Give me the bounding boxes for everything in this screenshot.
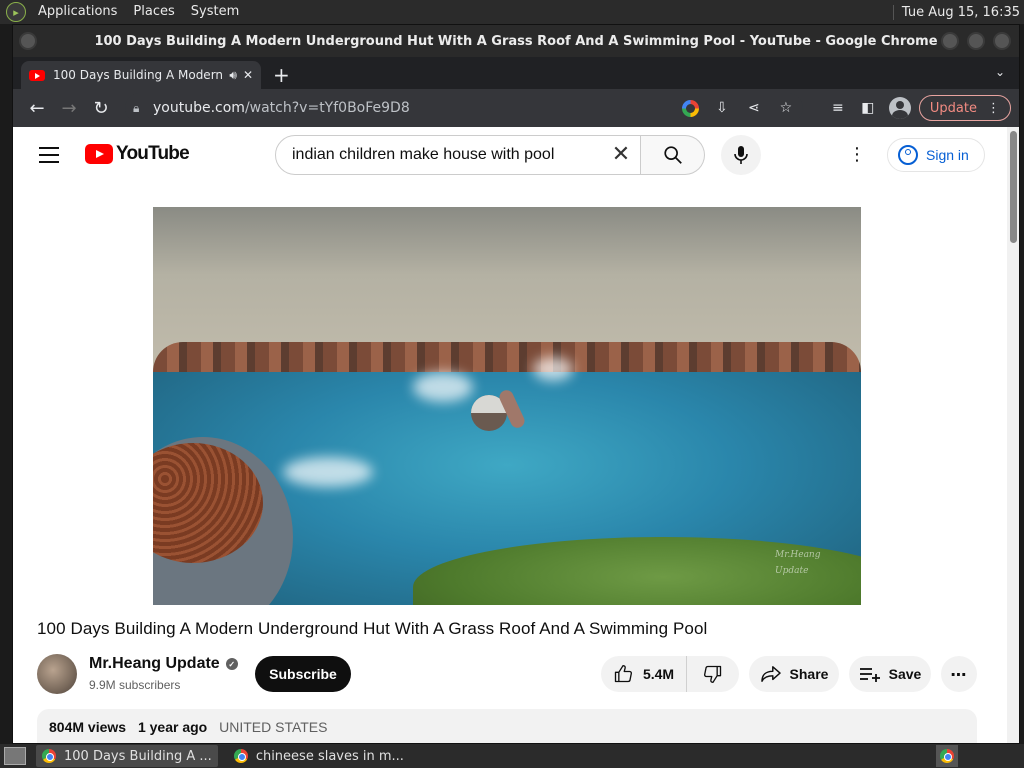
chrome-icon	[42, 749, 56, 763]
share-button[interactable]: Share	[749, 656, 839, 692]
playlist-add-icon	[859, 668, 880, 682]
view-count: 804M views	[49, 719, 127, 735]
search-input[interactable]: indian children make house with pool	[275, 135, 641, 175]
save-button[interactable]: Save	[849, 656, 931, 692]
sign-in-button[interactable]: Sign in	[887, 138, 985, 172]
youtube-play-icon	[85, 144, 113, 164]
taskbar-item-label: 100 Days Building A ...	[64, 748, 212, 764]
new-tab-button[interactable]: +	[273, 61, 290, 89]
clear-search-icon[interactable]: ✕	[611, 144, 631, 166]
maximize-button[interactable]	[967, 32, 985, 50]
chrome-update-button[interactable]: Update ⋮	[918, 95, 1011, 121]
voice-search-button[interactable]	[721, 135, 761, 175]
address-bar[interactable]: 🔒︎ youtube.com/watch?v=tYf0BoFe9D8 ⇩ ⋖ ☆	[125, 93, 803, 123]
thumbs-up-icon	[614, 665, 632, 683]
taskbar-item-label: chineese slaves in m...	[255, 748, 404, 764]
back-button[interactable]: ←	[21, 92, 53, 124]
dislike-button[interactable]	[687, 656, 739, 692]
upload-age: 1 year ago	[137, 719, 208, 735]
video-frame-splash	[533, 357, 573, 381]
search-icon	[663, 146, 682, 164]
subscriber-count: 9.9M subscribers	[89, 678, 181, 692]
like-count: 5.4M	[642, 666, 675, 682]
thumbs-down-icon	[704, 665, 722, 683]
media-control-icon[interactable]: ≡	[829, 99, 847, 117]
clock[interactable]: Tue Aug 15, 16:35	[892, 4, 1024, 20]
guide-menu-icon[interactable]	[39, 147, 59, 163]
tab-search-chevron-icon[interactable]: ⌄	[995, 65, 1005, 79]
video-title: 100 Days Building A Modern Underground H…	[37, 619, 708, 638]
close-window-button[interactable]	[993, 32, 1011, 50]
menu-places[interactable]: Places	[125, 0, 182, 24]
youtube-logo[interactable]: YouTube	[85, 143, 190, 165]
browser-toolbar: ← → ↻ 🔒︎ youtube.com/watch?v=tYf0BoFe9D8…	[13, 89, 1019, 127]
chrome-menu-icon[interactable]: ⋮	[987, 101, 1000, 116]
taskbar-item-second-window[interactable]: chineese slaves in m...	[228, 745, 410, 767]
taskbar-item-youtube[interactable]: 100 Days Building A ...	[36, 745, 218, 767]
show-desktop-icon[interactable]	[4, 747, 26, 765]
youtube-favicon-icon	[29, 69, 45, 81]
reload-button[interactable]: ↻	[85, 92, 117, 124]
share-label: Share	[789, 666, 829, 682]
save-label: Save	[888, 666, 922, 682]
upload-country: UNITED STATES	[219, 719, 328, 735]
tab-youtube[interactable]: 100 Days Building A Modern Underground H…	[21, 61, 261, 89]
google-lens-icon[interactable]	[681, 99, 699, 117]
share-arrow-icon	[760, 666, 781, 682]
channel-avatar[interactable]	[37, 654, 77, 694]
video-player[interactable]: Mr.Heang Update	[153, 207, 861, 605]
update-label: Update	[929, 100, 977, 116]
bookmark-star-icon[interactable]: ☆	[777, 99, 795, 117]
url-path: /watch?v=tYf0BoFe9D8	[244, 100, 410, 116]
window-titlebar[interactable]: 100 Days Building A Modern Underground H…	[13, 25, 1019, 57]
chrome-icon	[940, 749, 954, 763]
top-panel: ▸ Applications Places System Tue Aug 15,…	[0, 0, 1024, 24]
account-circle-icon	[898, 145, 918, 165]
bottom-taskbar: 100 Days Building A ... chineese slaves …	[0, 744, 1024, 768]
youtube-page: YouTube indian children make house with …	[13, 127, 1019, 743]
video-watermark: Mr.Heang Update	[775, 550, 821, 576]
forward-button[interactable]: →	[53, 92, 85, 124]
chrome-icon	[233, 749, 248, 763]
like-dislike-group: 5.4M	[601, 656, 739, 692]
like-button[interactable]: 5.4M	[601, 656, 687, 692]
install-app-icon[interactable]: ⇩	[713, 99, 731, 117]
url-host: youtube.com	[153, 100, 245, 116]
distro-logo-icon[interactable]: ▸	[6, 2, 26, 22]
verified-badge-icon: ✓	[225, 658, 238, 670]
tab-title: 100 Days Building A Modern Underground H…	[53, 68, 224, 82]
lock-icon[interactable]: 🔒︎	[133, 101, 153, 116]
audio-playing-icon[interactable]: 🔊︎	[229, 68, 237, 83]
search-button[interactable]	[641, 135, 705, 175]
page-scrollbar[interactable]	[1007, 127, 1019, 743]
scrollbar-thumb[interactable]	[1010, 131, 1017, 243]
close-tab-icon[interactable]: ✕	[243, 68, 253, 82]
tray-chrome-icon[interactable]	[936, 745, 958, 767]
profile-avatar-icon[interactable]	[888, 97, 911, 119]
subscribe-button[interactable]: Subscribe	[255, 656, 351, 692]
browser-window: 100 Days Building A Modern Underground H…	[12, 24, 1020, 744]
sign-in-label: Sign in	[926, 147, 969, 163]
minimize-button[interactable]	[941, 32, 959, 50]
more-actions-button[interactable]: ⋯	[941, 656, 977, 692]
window-menu-icon[interactable]	[19, 32, 37, 50]
microphone-icon	[734, 146, 748, 164]
window-title: 100 Days Building A Modern Underground H…	[94, 33, 938, 49]
tab-strip: 100 Days Building A Modern Underground H…	[13, 57, 1019, 89]
youtube-header: YouTube indian children make house with …	[13, 127, 1019, 183]
description-box[interactable]: 804M views 1 year ago UNITED STATES	[37, 709, 977, 743]
menu-applications[interactable]: Applications	[30, 0, 125, 24]
menu-system[interactable]: System	[183, 0, 247, 24]
share-icon[interactable]: ⋖	[745, 99, 763, 117]
channel-name: Mr.Heang Update	[89, 655, 220, 672]
settings-kebab-icon[interactable]: ⋮	[848, 145, 866, 165]
side-panel-icon[interactable]: ◧	[859, 99, 877, 117]
channel-name-link[interactable]: Mr.Heang Update ✓	[89, 655, 238, 673]
video-frame-splash	[283, 457, 373, 487]
youtube-wordmark: YouTube	[116, 143, 190, 164]
video-frame-splash	[413, 372, 473, 402]
